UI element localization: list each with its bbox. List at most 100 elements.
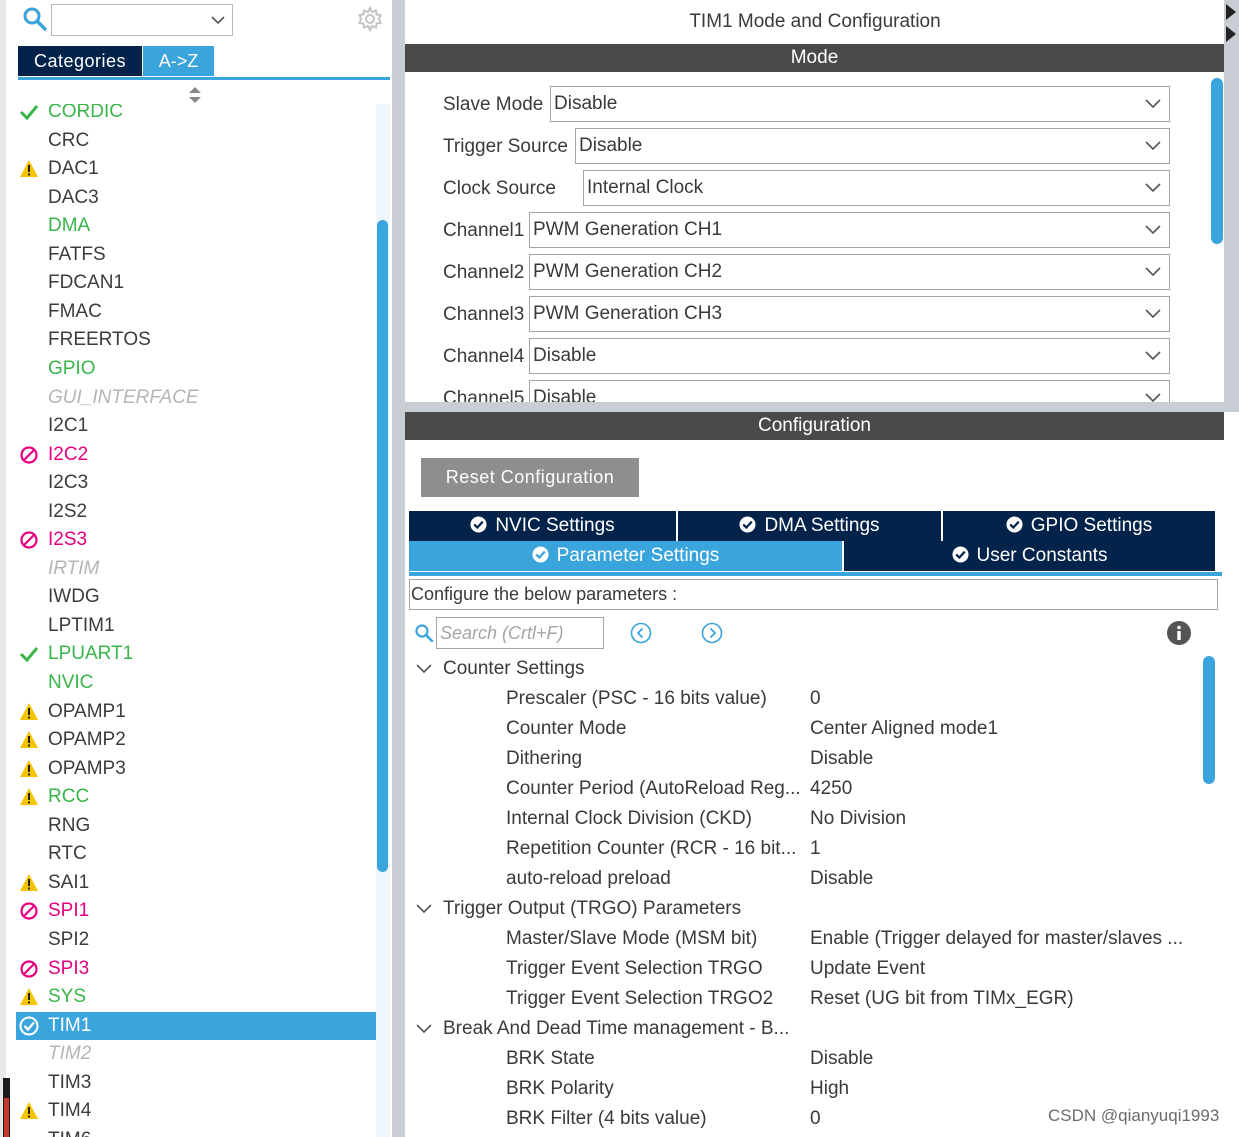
- peripheral-item[interactable]: SPI1: [16, 897, 376, 925]
- chevron-down-icon[interactable]: [210, 12, 226, 28]
- peripheral-item[interactable]: TIM6: [16, 1126, 376, 1137]
- mode-scrollbar-thumb[interactable]: [1211, 78, 1223, 244]
- peripheral-item[interactable]: SPI2: [16, 926, 376, 954]
- info-icon[interactable]: [1166, 620, 1192, 646]
- param-row[interactable]: Counter Mode Center Aligned mode1: [405, 714, 1200, 744]
- peripheral-item[interactable]: CRC: [16, 127, 376, 155]
- collapse-arrows-icon[interactable]: [1224, 2, 1239, 46]
- peripheral-item[interactable]: I2C3: [16, 469, 376, 497]
- tab-nvic-settings[interactable]: NVIC Settings: [409, 511, 676, 541]
- param-row[interactable]: Prescaler (PSC - 16 bits value) 0: [405, 684, 1200, 714]
- peripheral-item[interactable]: GUI_INTERFACE: [16, 384, 376, 412]
- tab-categories[interactable]: Categories: [18, 46, 142, 76]
- param-value[interactable]: Update Event: [810, 954, 925, 984]
- peripheral-item[interactable]: SAI1: [16, 869, 376, 897]
- mode-select[interactable]: Internal Clock: [583, 170, 1170, 206]
- param-value[interactable]: Disable: [810, 1044, 873, 1074]
- peripheral-item[interactable]: I2S2: [16, 498, 376, 526]
- sort-icon[interactable]: [188, 86, 202, 104]
- peripheral-item[interactable]: LPUART1: [16, 640, 376, 668]
- chevron-down-icon[interactable]: [416, 902, 432, 916]
- peripheral-item[interactable]: I2S3: [16, 526, 376, 554]
- mode-select[interactable]: Disable: [529, 338, 1170, 374]
- param-row[interactable]: Internal Clock Division (CKD) No Division: [405, 804, 1200, 834]
- param-row[interactable]: Repetition Counter (RCR - 16 bit... 1: [405, 834, 1200, 864]
- mode-select[interactable]: PWM Generation CH2: [529, 254, 1170, 290]
- param-row[interactable]: auto-reload preload Disable: [405, 864, 1200, 894]
- param-row[interactable]: Trigger Event Selection TRGO Update Event: [405, 954, 1200, 984]
- param-search-input[interactable]: Search (Crtl+F): [436, 617, 604, 649]
- previous-match-icon[interactable]: [629, 621, 653, 645]
- reset-configuration-button[interactable]: Reset Configuration: [421, 458, 639, 497]
- param-value[interactable]: 4250: [810, 774, 852, 804]
- search-icon[interactable]: [22, 6, 48, 32]
- param-value[interactable]: 1: [810, 834, 821, 864]
- param-value[interactable]: Reset (UG bit from TIMx_EGR): [810, 984, 1074, 1014]
- mode-select[interactable]: PWM Generation CH1: [529, 212, 1170, 248]
- param-row[interactable]: Trigger Event Selection TRGO2 Reset (UG b…: [405, 984, 1200, 1014]
- tab-a-z[interactable]: A->Z: [143, 46, 214, 76]
- chevron-down-icon[interactable]: [416, 1022, 432, 1036]
- peripheral-item[interactable]: GPIO: [16, 355, 376, 383]
- param-value[interactable]: 0: [810, 684, 821, 714]
- peripheral-item[interactable]: TIM2: [16, 1040, 376, 1068]
- peripheral-item[interactable]: SYS: [16, 983, 376, 1011]
- peripheral-item[interactable]: DMA: [16, 212, 376, 240]
- peripheral-item[interactable]: RNG: [16, 812, 376, 840]
- param-value[interactable]: Center Aligned mode1: [810, 714, 998, 744]
- param-row[interactable]: Dithering Disable: [405, 744, 1200, 774]
- param-row[interactable]: BRK Polarity High: [405, 1074, 1200, 1104]
- param-group-header[interactable]: Break And Dead Time management - B...: [405, 1014, 1200, 1044]
- tab-dma-settings[interactable]: DMA Settings: [678, 511, 941, 541]
- param-value[interactable]: High: [810, 1074, 849, 1104]
- peripheral-item[interactable]: IRTIM: [16, 555, 376, 583]
- param-value[interactable]: Disable: [810, 864, 873, 894]
- peripheral-item[interactable]: FDCAN1: [16, 269, 376, 297]
- peripheral-item[interactable]: RCC: [16, 783, 376, 811]
- gear-icon[interactable]: [357, 6, 383, 32]
- peripheral-item[interactable]: FMAC: [16, 298, 376, 326]
- peripheral-item[interactable]: OPAMP1: [16, 698, 376, 726]
- param-value[interactable]: Disable: [810, 744, 873, 774]
- param-scrollbar-thumb[interactable]: [1203, 656, 1215, 784]
- peripheral-item[interactable]: DAC1: [16, 155, 376, 183]
- peripheral-item[interactable]: LPTIM1: [16, 612, 376, 640]
- param-search-icon[interactable]: [414, 623, 434, 643]
- peripheral-item[interactable]: TIM1: [16, 1011, 376, 1040]
- peripheral-item[interactable]: SPI3: [16, 955, 376, 983]
- param-group-header[interactable]: Trigger Output (TRGO) Parameters: [405, 894, 1200, 924]
- param-row[interactable]: Counter Period (AutoReload Reg... 4250: [405, 774, 1200, 804]
- peripheral-item[interactable]: DAC3: [16, 184, 376, 212]
- param-row[interactable]: BRK State Disable: [405, 1044, 1200, 1074]
- next-match-icon[interactable]: [700, 621, 724, 645]
- peripheral-item[interactable]: FREERTOS: [16, 326, 376, 354]
- peripheral-item[interactable]: TIM3: [16, 1069, 376, 1097]
- peripheral-item[interactable]: CORDIC: [16, 104, 376, 126]
- param-value[interactable]: 0: [810, 1104, 821, 1134]
- peripheral-item[interactable]: RTC: [16, 840, 376, 868]
- peripheral-item[interactable]: NVIC: [16, 669, 376, 697]
- chevron-down-icon[interactable]: [416, 662, 432, 676]
- tab-gpio-settings[interactable]: GPIO Settings: [943, 511, 1215, 541]
- section-splitter[interactable]: [405, 402, 1239, 412]
- mode-select[interactable]: Disable: [529, 380, 1170, 402]
- peripheral-item[interactable]: OPAMP2: [16, 726, 376, 754]
- mode-select[interactable]: Disable: [575, 128, 1170, 164]
- peripheral-item[interactable]: IWDG: [16, 583, 376, 611]
- mode-select[interactable]: PWM Generation CH3: [529, 296, 1170, 332]
- param-value[interactable]: Enable (Trigger delayed for master/slave…: [810, 924, 1183, 954]
- peripheral-item[interactable]: FATFS: [16, 241, 376, 269]
- left-scrollbar-thumb[interactable]: [377, 220, 388, 872]
- mode-select[interactable]: Disable: [550, 86, 1170, 122]
- peripheral-item[interactable]: OPAMP3: [16, 755, 376, 783]
- param-row[interactable]: Master/Slave Mode (MSM bit) Enable (Trigg…: [405, 924, 1200, 954]
- param-value[interactable]: No Division: [810, 804, 906, 834]
- peripheral-item[interactable]: TIM4: [16, 1097, 376, 1125]
- tab-user-constants[interactable]: User Constants: [844, 541, 1215, 571]
- param-group-header[interactable]: Counter Settings: [405, 654, 1200, 684]
- peripheral-item[interactable]: I2C1: [16, 412, 376, 440]
- search-combo[interactable]: [51, 4, 233, 36]
- panel-divider[interactable]: [392, 0, 405, 1137]
- tab-parameter-settings[interactable]: Parameter Settings: [409, 541, 842, 571]
- peripheral-item[interactable]: I2C2: [16, 441, 376, 469]
